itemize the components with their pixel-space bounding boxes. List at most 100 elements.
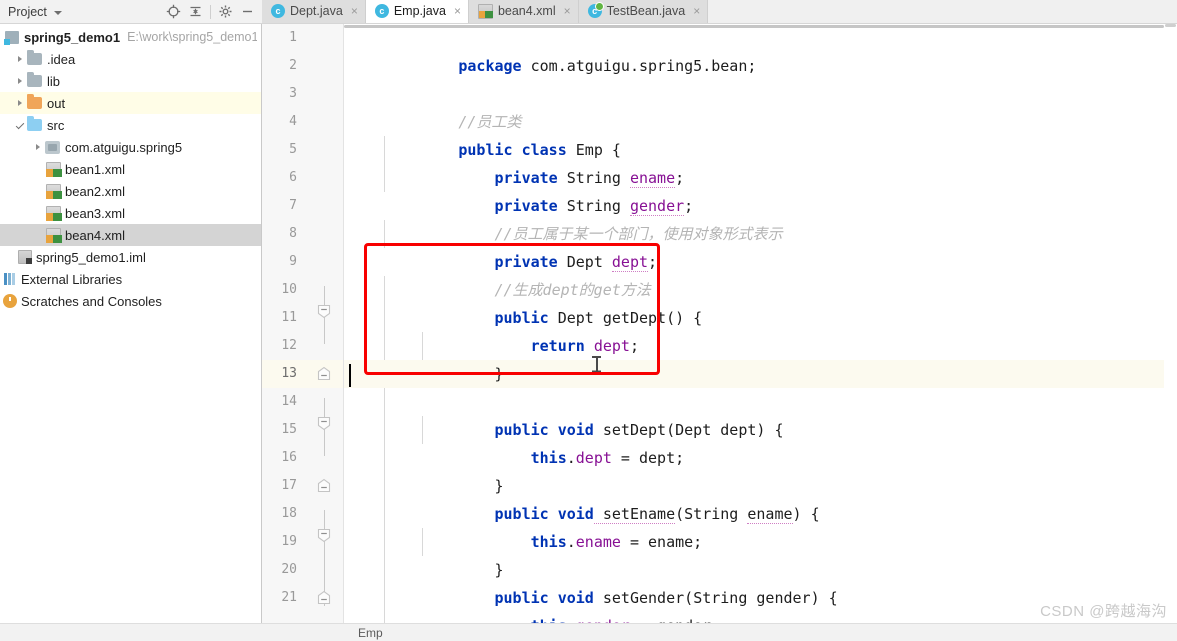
chevron-down-icon[interactable]: [53, 10, 62, 15]
line-number: 1: [289, 30, 297, 45]
tree-row-iml[interactable]: spring5_demo1.iml: [0, 246, 261, 268]
code-line[interactable]: }: [344, 444, 1177, 495]
code-text-area[interactable]: package com.atguigu.spring5.bean; //员工类 …: [344, 24, 1177, 623]
minimize-icon[interactable]: [237, 2, 258, 22]
line-number: 15: [281, 422, 297, 437]
line-number: 11: [281, 310, 297, 325]
chevron-right-icon[interactable]: [32, 141, 45, 154]
xml-file-icon: [46, 205, 62, 221]
breadcrumb[interactable]: Emp: [262, 623, 1177, 641]
tree-row-project-root[interactable]: spring5_demo1 E:\work\spring5_demo1: [0, 26, 261, 48]
code-line[interactable]: public class Emp {: [344, 108, 1177, 159]
tree-row-lib[interactable]: lib: [0, 70, 261, 92]
settings-gear-icon[interactable]: [215, 2, 236, 22]
tree-row-bean4[interactable]: bean4.xml: [0, 224, 261, 246]
fold-marker-icon[interactable]: [317, 590, 331, 605]
tree-row-bean3[interactable]: bean3.xml: [0, 202, 261, 224]
line-number: 17: [281, 478, 297, 493]
tree-row-out[interactable]: out: [0, 92, 261, 114]
code-line[interactable]: private String ename;: [344, 136, 1177, 188]
project-tree-panel[interactable]: spring5_demo1 E:\work\spring5_demo1 .ide…: [0, 24, 262, 641]
editor-tabs: c Dept.java × c Emp.java × bean4.xml × c…: [262, 0, 1177, 24]
editor-gutter[interactable]: 1 2 3 4 5 6 7 8 9 10 11 12 13 14 15 16 1: [262, 24, 344, 623]
package-icon: [45, 140, 60, 154]
breadcrumb-item-class[interactable]: Emp: [358, 626, 383, 640]
text-caret: [349, 364, 351, 387]
tree-item-label: spring5_demo1: [24, 29, 121, 45]
code-line[interactable]: this.dept = dept;: [344, 416, 1177, 467]
fold-marker-icon[interactable]: [317, 416, 331, 431]
chevron-right-icon[interactable]: [14, 53, 27, 66]
editor-tab-emp[interactable]: c Emp.java ×: [365, 0, 469, 23]
folder-gray-icon: [27, 50, 42, 65]
line-number: 4: [289, 114, 297, 129]
chevron-down-icon[interactable]: [14, 119, 27, 132]
fold-marker-icon[interactable]: [317, 478, 331, 493]
xml-file-icon: [46, 227, 62, 243]
xml-file-icon: [46, 183, 62, 199]
close-icon[interactable]: ×: [351, 4, 358, 18]
code-line[interactable]: [344, 52, 1177, 80]
tree-item-label: lib: [47, 73, 61, 89]
close-icon[interactable]: ×: [564, 4, 571, 18]
code-line[interactable]: public void setDept(Dept dept) {: [344, 388, 1177, 439]
editor-tab-dept[interactable]: c Dept.java ×: [262, 0, 366, 23]
close-icon[interactable]: ×: [693, 4, 700, 18]
code-line[interactable]: //员工属于某一个部门，使用对象形式表示: [344, 192, 1177, 243]
chevron-right-icon[interactable]: [14, 75, 27, 88]
folder-blue-icon: [27, 116, 42, 131]
line-number: 2: [289, 58, 297, 73]
chevron-right-icon[interactable]: [14, 97, 27, 110]
editor-tab-bean4[interactable]: bean4.xml ×: [468, 0, 579, 23]
tree-row-package[interactable]: com.atguigu.spring5: [0, 136, 261, 158]
code-editor[interactable]: 1 2 3 4 5 6 7 8 9 10 11 12 13 14 15 16 1: [262, 24, 1177, 641]
csdn-watermark: CSDN @跨越海沟: [1040, 603, 1167, 620]
xml-file-icon: [46, 161, 62, 177]
code-line[interactable]: return dept;: [344, 304, 1177, 355]
scrollbar-thumb[interactable]: [1165, 24, 1176, 27]
fold-marker-icon[interactable]: [317, 528, 331, 543]
java-test-class-icon: c: [587, 2, 604, 18]
tree-row-bean1[interactable]: bean1.xml: [0, 158, 261, 180]
folder-orange-icon: [27, 94, 42, 109]
tree-row-idea[interactable]: .idea: [0, 48, 261, 70]
mouse-cursor-ibeam: [592, 356, 601, 372]
code-line[interactable]: //生成dept的get方法: [344, 248, 1177, 299]
line-number: 10: [281, 282, 297, 297]
code-line[interactable]: public void setEname(String ename) {: [344, 472, 1177, 524]
tree-row-bean2[interactable]: bean2.xml: [0, 180, 261, 202]
code-line[interactable]: private String gender;: [344, 164, 1177, 216]
tree-item-label: bean4.xml: [65, 227, 125, 243]
code-line[interactable]: public Dept getDept() {: [344, 276, 1177, 327]
project-toolbar: [163, 2, 258, 22]
code-line[interactable]: private Dept dept;: [344, 220, 1177, 272]
editor-scroll-area: 1 2 3 4 5 6 7 8 9 10 11 12 13 14 15 16 1: [262, 24, 1177, 623]
scrollbar-thumb[interactable]: [344, 25, 1164, 28]
java-class-icon: c: [271, 4, 285, 18]
collapse-all-icon[interactable]: [185, 2, 206, 22]
tree-item-label: bean1.xml: [65, 161, 125, 177]
fold-marker-icon[interactable]: [317, 366, 331, 381]
fold-marker-icon[interactable]: [317, 304, 331, 319]
line-number: 12: [281, 338, 297, 353]
code-line[interactable]: public void setGender(String gender) {: [344, 556, 1177, 607]
tree-row-external-libraries[interactable]: External Libraries: [0, 268, 261, 290]
code-line-current[interactable]: [344, 360, 1177, 388]
editor-top-scroll-indicator[interactable]: [344, 24, 1164, 29]
close-icon[interactable]: ×: [454, 4, 461, 18]
code-line[interactable]: }: [344, 332, 1177, 383]
editor-vertical-scrollbar[interactable]: [1164, 24, 1177, 623]
code-line[interactable]: }: [344, 528, 1177, 579]
tree-item-label: spring5_demo1.iml: [36, 249, 146, 265]
line-number: 5: [289, 142, 297, 157]
tree-row-scratches[interactable]: Scratches and Consoles: [0, 290, 261, 312]
project-tool-window-header: Project: [0, 0, 262, 24]
editor-tab-label: TestBean.java: [606, 4, 686, 18]
editor-tab-testbean[interactable]: c TestBean.java ×: [578, 0, 709, 23]
project-tool-window-title[interactable]: Project: [8, 5, 47, 19]
tree-row-src[interactable]: src: [0, 114, 261, 136]
code-line[interactable]: this.ename = ename;: [344, 500, 1177, 551]
locate-target-icon[interactable]: [163, 2, 184, 22]
code-line[interactable]: //员工类: [344, 80, 1177, 131]
iml-file-icon: [18, 250, 32, 264]
